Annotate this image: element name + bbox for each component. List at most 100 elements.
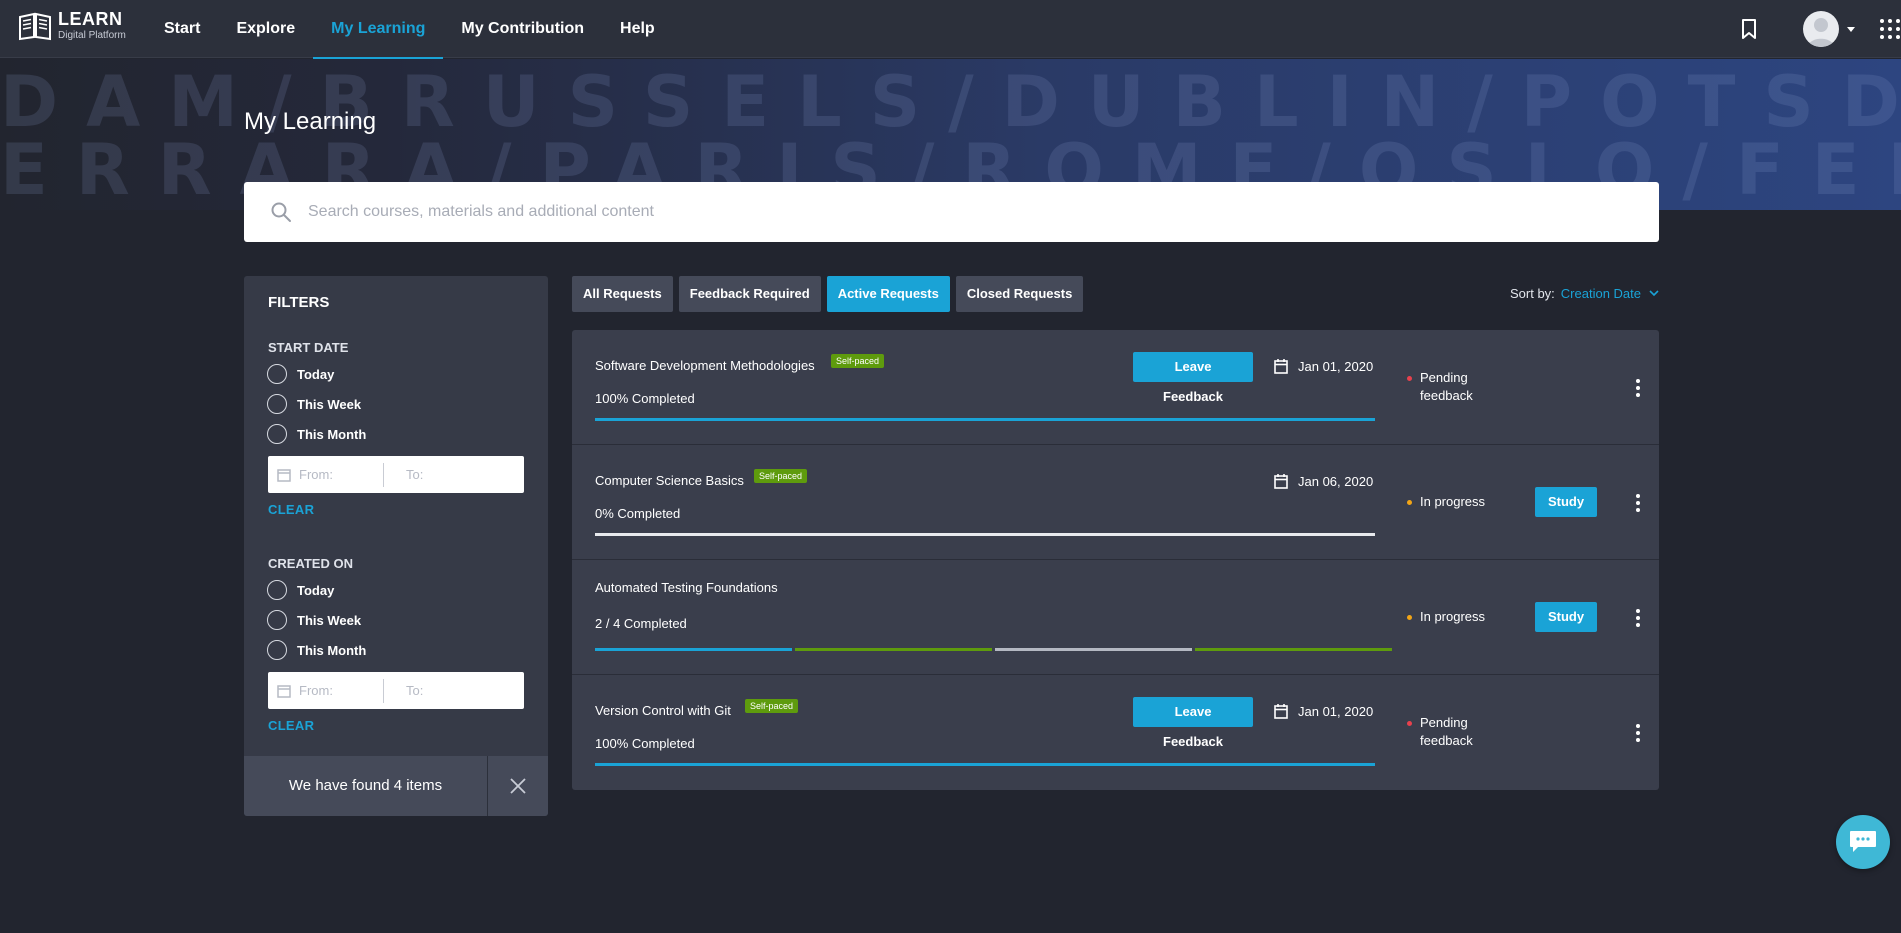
sort-control: Sort by: Creation Date bbox=[1510, 286, 1659, 301]
leave-feedback-button[interactable]: Leave Feedback bbox=[1133, 697, 1253, 749]
nav-start[interactable]: Start bbox=[146, 0, 218, 58]
page-title: My Learning bbox=[244, 108, 377, 135]
status-dot bbox=[1407, 376, 1412, 381]
created-on-clear-link[interactable]: CLEAR bbox=[268, 718, 314, 733]
list-item: Computer Science Basics Self-paced 0% Co… bbox=[572, 445, 1659, 560]
progress-text: 100% Completed bbox=[595, 736, 695, 751]
course-title[interactable]: Software Development Methodologies bbox=[595, 358, 815, 373]
logo-title: LEARN bbox=[58, 9, 123, 29]
radio-label: This Month bbox=[297, 426, 367, 442]
book-logo-icon bbox=[19, 12, 51, 40]
apps-grid-icon[interactable] bbox=[1879, 18, 1901, 40]
radio-circle bbox=[267, 610, 287, 630]
calendar-icon bbox=[1274, 474, 1288, 489]
main-nav: Start Explore My Learning My Contributio… bbox=[146, 0, 673, 59]
nav-my-learning[interactable]: My Learning bbox=[313, 0, 444, 59]
radio-circle bbox=[267, 364, 287, 384]
results-count-text: We have found 4 items bbox=[288, 777, 443, 794]
start-date-from-field[interactable]: From: bbox=[299, 467, 389, 482]
status-text: Pending feedback bbox=[1420, 370, 1473, 403]
status-dot bbox=[1407, 615, 1412, 620]
reset-filters-button[interactable] bbox=[488, 756, 548, 816]
course-date: Jan 01, 2020 bbox=[1274, 703, 1373, 719]
course-title[interactable]: Computer Science Basics bbox=[595, 473, 744, 488]
progress-segment bbox=[795, 648, 992, 651]
progress-text: 100% Completed bbox=[595, 391, 695, 406]
nav-help[interactable]: Help bbox=[602, 0, 673, 58]
tab-closed-requests[interactable]: Closed Requests bbox=[955, 276, 1084, 312]
tab-all-requests[interactable]: All Requests bbox=[572, 276, 673, 312]
results-count-bar: We have found 4 items bbox=[244, 756, 548, 816]
chat-button[interactable] bbox=[1836, 815, 1890, 869]
chat-bubble-icon bbox=[1850, 831, 1876, 852]
bookmark-icon[interactable] bbox=[1739, 18, 1759, 40]
search-bar bbox=[244, 182, 1659, 242]
avatar bbox=[1803, 11, 1839, 47]
progress-bar bbox=[595, 533, 1375, 536]
study-button[interactable]: Study bbox=[1535, 602, 1597, 632]
progress-bar bbox=[595, 763, 1375, 766]
progress-text: 2 / 4 Completed bbox=[595, 616, 687, 631]
filters-title: FILTERS bbox=[268, 294, 330, 311]
nav-my-contribution[interactable]: My Contribution bbox=[443, 0, 602, 58]
created-on-to-field[interactable]: To: bbox=[406, 683, 496, 698]
status-dot bbox=[1407, 721, 1412, 726]
nav-explore[interactable]: Explore bbox=[218, 0, 313, 58]
leave-feedback-button[interactable]: Leave Feedback bbox=[1133, 352, 1253, 404]
start-date-to-field[interactable]: To: bbox=[406, 467, 496, 482]
close-icon bbox=[510, 778, 526, 794]
logo[interactable]: LEARN Digital Platform bbox=[18, 10, 126, 41]
status-indicator: Pending feedback bbox=[1407, 369, 1490, 405]
radio-circle bbox=[267, 424, 287, 444]
tab-active-requests[interactable]: Active Requests bbox=[826, 276, 950, 312]
chevron-down-icon[interactable] bbox=[1649, 290, 1659, 297]
start-date-this-week-radio[interactable]: This Week bbox=[267, 394, 361, 414]
more-options-icon[interactable] bbox=[1630, 723, 1646, 743]
date-text: Jan 01, 2020 bbox=[1298, 358, 1374, 374]
radio-circle bbox=[267, 580, 287, 600]
logo-subtitle: Digital Platform bbox=[58, 30, 126, 41]
list-item: Automated Testing Foundations 2 / 4 Comp… bbox=[572, 560, 1659, 675]
self-paced-badge: Self-paced bbox=[754, 469, 808, 483]
divider bbox=[383, 678, 384, 703]
course-title[interactable]: Version Control with Git bbox=[595, 703, 731, 718]
sort-dropdown[interactable]: Creation Date bbox=[1561, 286, 1641, 301]
user-menu[interactable] bbox=[1803, 11, 1855, 47]
more-options-icon[interactable] bbox=[1630, 378, 1646, 398]
tab-feedback-required[interactable]: Feedback Required bbox=[678, 276, 821, 312]
created-on-this-month-radio[interactable]: This Month bbox=[267, 640, 366, 660]
start-date-title: START DATE bbox=[268, 340, 349, 355]
top-navigation-bar: LEARN Digital Platform Start Explore My … bbox=[0, 0, 1901, 59]
filters-panel: FILTERS START DATE Today This Week This … bbox=[244, 276, 548, 816]
status-indicator: In progress bbox=[1407, 608, 1520, 626]
progress-fill bbox=[595, 418, 1375, 421]
start-date-this-month-radio[interactable]: This Month bbox=[267, 424, 366, 444]
self-paced-badge: Self-paced bbox=[831, 354, 885, 368]
course-date: Jan 01, 2020 bbox=[1274, 358, 1373, 374]
course-title[interactable]: Automated Testing Foundations bbox=[595, 580, 778, 595]
start-date-clear-link[interactable]: CLEAR bbox=[268, 502, 314, 517]
search-icon bbox=[271, 202, 291, 222]
search-input[interactable] bbox=[306, 192, 1659, 232]
status-indicator: Pending feedback bbox=[1407, 714, 1490, 750]
study-button[interactable]: Study bbox=[1535, 487, 1597, 517]
created-on-this-week-radio[interactable]: This Week bbox=[267, 610, 361, 630]
created-on-range: From: To: bbox=[268, 672, 524, 709]
status-indicator: In progress bbox=[1407, 493, 1520, 511]
date-text: Jan 06, 2020 bbox=[1298, 473, 1374, 489]
more-options-icon[interactable] bbox=[1630, 493, 1646, 513]
calendar-icon bbox=[277, 468, 291, 482]
progress-text: 0% Completed bbox=[595, 506, 681, 521]
created-on-title: CREATED ON bbox=[268, 556, 353, 571]
request-tabs: All Requests Feedback Required Active Re… bbox=[572, 276, 1089, 312]
more-options-icon[interactable] bbox=[1630, 608, 1646, 628]
sort-label: Sort by: bbox=[1509, 286, 1555, 301]
radio-circle bbox=[267, 640, 287, 660]
user-silhouette-icon bbox=[1808, 18, 1834, 47]
self-paced-badge: Self-paced bbox=[745, 699, 799, 713]
created-on-from-field[interactable]: From: bbox=[299, 683, 389, 698]
start-date-today-radio[interactable]: Today bbox=[267, 364, 334, 384]
list-item: Software Development Methodologies Self-… bbox=[572, 330, 1659, 445]
created-on-today-radio[interactable]: Today bbox=[267, 580, 334, 600]
divider bbox=[383, 462, 384, 487]
